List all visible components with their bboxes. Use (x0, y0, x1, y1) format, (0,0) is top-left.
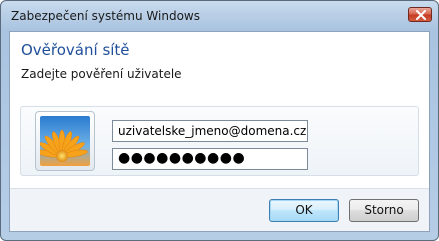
dialog-heading: Ověřování sítě (21, 41, 130, 59)
credential-tile: uzivatelske_jmeno@domena.cz ●●●●●●●●●● (20, 106, 419, 176)
dialog-subheading: Zadejte pověření uživatele (21, 67, 182, 81)
security-dialog-window: Zabezpečení systému Windows Ověřování sí… (0, 0, 439, 241)
close-button[interactable] (408, 7, 432, 22)
title-bar[interactable]: Zabezpečení systému Windows (1, 1, 438, 31)
avatar (35, 111, 95, 171)
window-title: Zabezpečení systému Windows (11, 9, 200, 23)
username-field[interactable]: uzivatelske_jmeno@domena.cz (112, 120, 308, 142)
ok-button[interactable]: OK (269, 199, 339, 222)
close-icon (416, 10, 426, 20)
user-picture-icon (40, 116, 90, 166)
password-field[interactable]: ●●●●●●●●●● (112, 148, 308, 170)
dialog-content: Ověřování sítě Zadejte pověření uživatel… (9, 31, 430, 232)
button-bar: OK Storno (10, 189, 429, 231)
cancel-button[interactable]: Storno (349, 199, 419, 222)
